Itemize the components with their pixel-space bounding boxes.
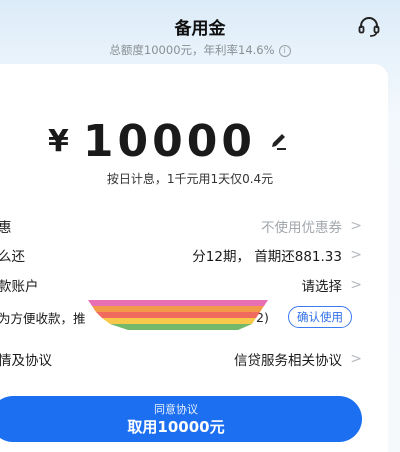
credit-summary: 总额度10000元，年利率14.6% i [0,42,400,58]
account-value: 请选择 [301,279,343,295]
account-tip-text: 为方便收款，推 [0,308,86,327]
chevron-right-icon: > [350,351,362,367]
agreement-value: 信贷服务相关协议 [234,353,342,369]
total-credit: 总额度10000元， [109,43,204,57]
withdraw-label: 取用10000元 [127,418,225,436]
page-title: 备用金 [174,19,226,39]
agreement-row[interactable]: 情及协议 信贷服务相关协议 > [0,344,400,374]
discount-value: 不使用优惠券 [261,220,342,236]
account-tip-tail: 推 [73,310,86,326]
amount-display: ¥ 10000 [48,113,290,169]
info-icon[interactable]: i [278,44,291,57]
discount-label: 惠 [0,220,12,236]
agree-terms-label: 同意协议 [154,403,198,416]
repay-value: 分12期， 首期还881.33 [192,249,342,265]
repay-label: 么还 [0,249,25,265]
decorative-stripes [88,300,268,330]
chevron-right-icon: > [350,247,362,263]
header: 备用金 总额度10000元，年利率14.6% i [0,0,400,66]
headset-icon[interactable] [356,14,382,40]
repay-plan-row[interactable]: 么还 分12期， 首期还881.33 > [0,240,400,270]
account-label: 款账户 [0,279,39,295]
currency-symbol: ¥ [48,123,69,159]
account-tip-head: 为方便收款， [0,310,74,326]
confirm-use-button[interactable]: 确认使用 [288,306,352,328]
amount-value: 10000 [82,115,256,167]
agreement-label: 情及协议 [0,353,52,369]
withdraw-button[interactable]: 同意协议 取用10000元 [0,396,362,442]
discount-row[interactable]: 惠 不使用优惠券 > [0,211,400,241]
pencil-icon[interactable] [268,130,290,152]
interest-note: 按日计息，1千元用1天仅0.4元 [106,172,274,186]
chevron-right-icon: > [350,218,362,234]
interest-rate: 年利率14.6% [203,43,275,57]
chevron-right-icon: > [350,277,362,293]
